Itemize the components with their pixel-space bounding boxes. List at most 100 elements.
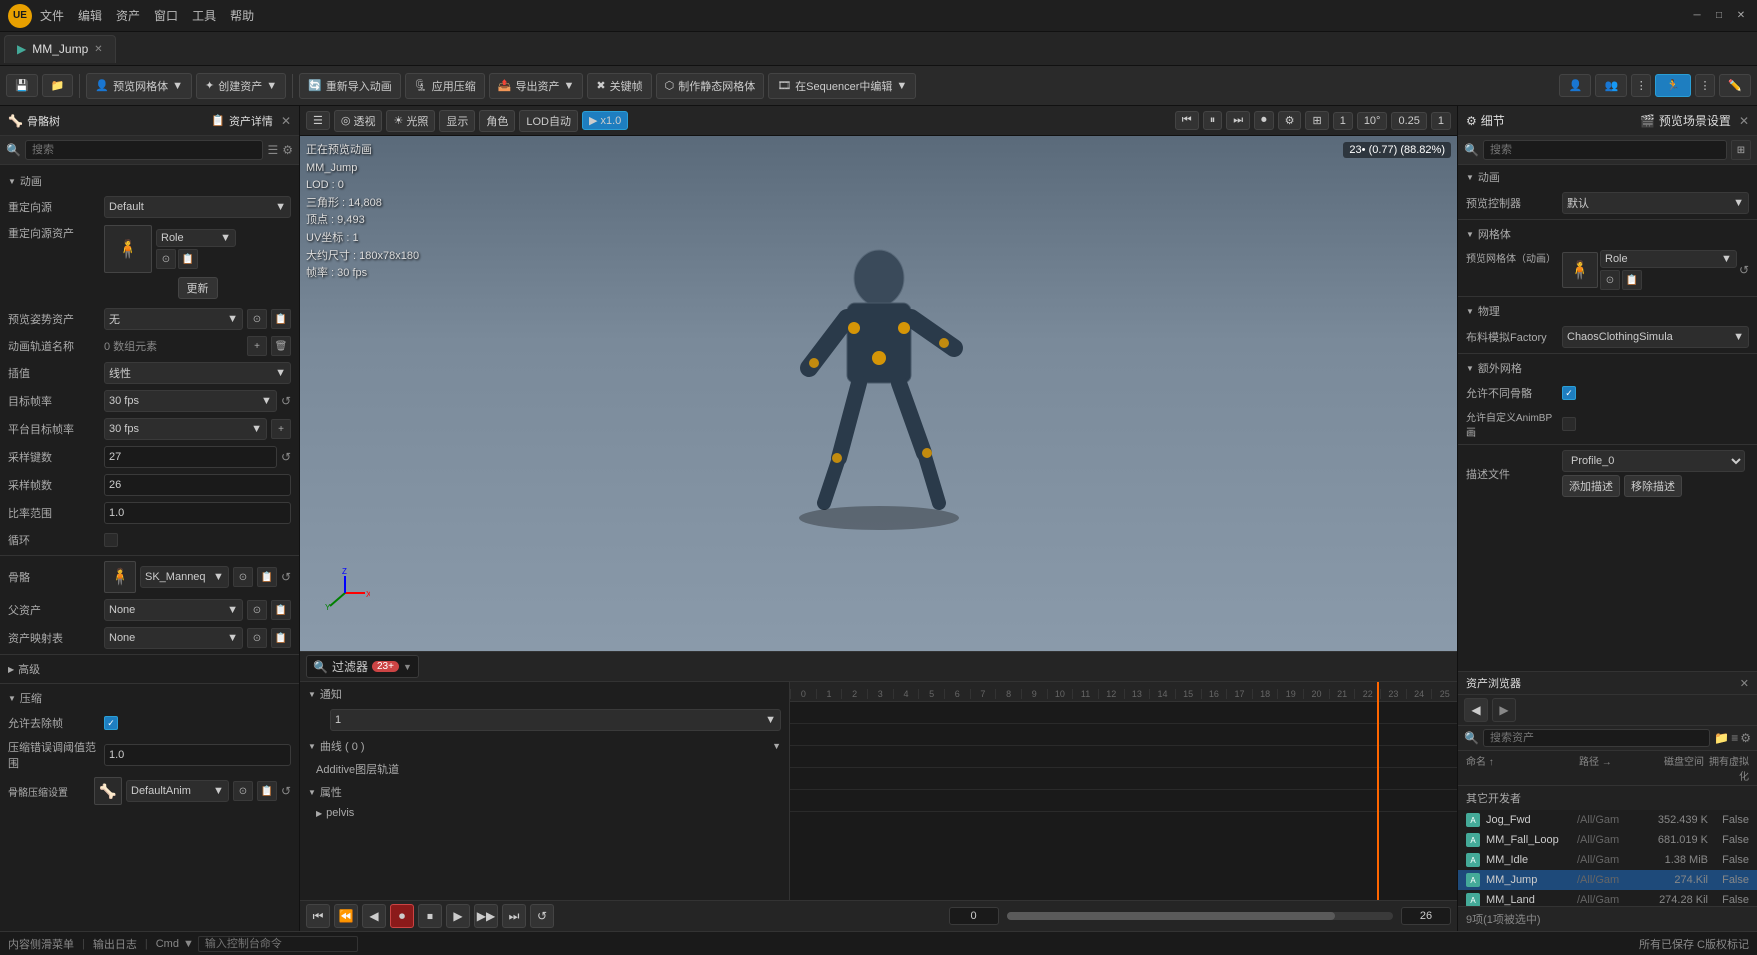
preview-controller-select[interactable]: 默认 ▼ — [1562, 192, 1749, 214]
pause-anim-btn[interactable]: ⏸ — [1203, 111, 1223, 130]
reset-target-fps[interactable]: ↺ — [281, 394, 291, 408]
cmd-dropdown-icon[interactable]: ▼ — [183, 938, 194, 950]
prev-button[interactable]: ◀ — [362, 904, 386, 928]
animation-section-header[interactable]: ▼ 动画 — [0, 169, 299, 193]
to-start-button[interactable]: ⏮ — [306, 904, 330, 928]
asset-item-3[interactable]: A MM_Jump /All/Gam 274.Kil False — [1458, 870, 1757, 890]
loop-button[interactable]: ↺ — [530, 904, 554, 928]
snap-btn[interactable]: 0.25 — [1391, 112, 1426, 130]
col-disk[interactable]: 磁盘空间 — [1639, 753, 1704, 783]
record-button[interactable]: ⏺ — [390, 904, 414, 928]
start-time-input[interactable]: 0 — [949, 907, 999, 925]
key-count-input[interactable] — [104, 446, 277, 468]
curve-section-header[interactable]: ▼ 曲线 ( 0 ) ▼ — [300, 734, 789, 758]
right-panel-close[interactable]: ✕ — [1739, 114, 1749, 128]
skeleton-search-input[interactable] — [25, 140, 264, 160]
size-btn[interactable]: 1 — [1431, 112, 1451, 130]
interpolation-select[interactable]: 线性 ▼ — [104, 362, 291, 384]
maximize-button[interactable]: □ — [1711, 8, 1727, 24]
menu-help[interactable]: 帮助 — [230, 7, 254, 24]
remove-track-btn[interactable]: 🗑 — [271, 336, 291, 356]
retarget-role-select[interactable]: Role ▼ — [156, 229, 236, 247]
preview-mesh-button[interactable]: 👤 预览网格体 ▼ — [86, 73, 192, 99]
asset-sort-icon[interactable]: ≡ — [1731, 731, 1738, 745]
character-btn[interactable]: 角色 — [479, 110, 515, 132]
create-asset-button[interactable]: ✦ 创建资产 ▼ — [196, 73, 286, 99]
close-button[interactable]: ✕ — [1733, 8, 1749, 24]
asset-item-0[interactable]: A Jog_Fwd /All/Gam 352.439 K False — [1458, 810, 1757, 830]
reflect-copy[interactable]: 📋 — [271, 628, 291, 648]
export-asset-button[interactable]: 📤 导出资产 ▼ — [489, 73, 584, 99]
record-btn[interactable]: ⏺ — [1254, 111, 1274, 130]
preview-pose-select[interactable]: 无 ▼ — [104, 308, 243, 330]
angle-btn[interactable]: 10° — [1357, 112, 1388, 130]
frame-count-input[interactable] — [104, 474, 291, 496]
viewport[interactable]: 正在预览动画 MM_Jump LOD : 0 三角形 : 14,808 顶点 :… — [300, 136, 1457, 651]
edit-in-sequencer-button[interactable]: 🎞 在Sequencer中编辑 ▼ — [768, 73, 916, 99]
property-section-header[interactable]: ▼ 属性 — [300, 780, 789, 804]
bone-compress-browse[interactable]: ⊙ — [233, 781, 253, 801]
close-keyframe-button[interactable]: ✖ 关键帧 — [587, 73, 651, 99]
menu-edit[interactable]: 编辑 — [78, 7, 102, 24]
menu-bar[interactable]: 文件 编辑 资产 窗口 工具 帮助 — [40, 7, 254, 24]
timeline-playhead[interactable] — [1377, 682, 1379, 900]
skeleton-browse[interactable]: ⊙ — [233, 567, 253, 587]
reset-skeleton[interactable]: ↺ — [281, 570, 291, 584]
left-panel-close[interactable]: ✕ — [281, 114, 291, 128]
to-end-button[interactable]: ⏭ — [502, 904, 526, 928]
make-static-mesh-button[interactable]: ⬡ 制作静态网格体 — [656, 73, 765, 99]
allow-diff-skeleton-checkbox[interactable]: ✓ — [1562, 386, 1576, 400]
show-btn[interactable]: 显示 — [439, 110, 475, 132]
list-view-icon[interactable]: ☰ — [267, 143, 278, 157]
mesh-copy-btn[interactable]: 📋 — [1622, 270, 1642, 290]
notification-section-header[interactable]: ▼ 通知 — [300, 682, 789, 706]
run-button[interactable]: 🏃 — [1655, 74, 1691, 97]
mesh-browse-btn[interactable]: ⊙ — [1600, 270, 1620, 290]
ratio-range-input[interactable] — [104, 502, 291, 524]
play-pause-button[interactable]: ▶ — [446, 904, 470, 928]
menu-file[interactable]: 文件 — [40, 7, 64, 24]
asset-settings-icon[interactable]: ⚙ — [1740, 731, 1751, 745]
browse-button[interactable]: 📁 — [42, 74, 74, 97]
asset-item-4[interactable]: A MM_Land /All/Gam 274.28 Kil False — [1458, 890, 1757, 906]
play-btn[interactable]: ▶ x1.0 — [582, 111, 628, 130]
bone-compress-select[interactable]: DefaultAnim ▼ — [126, 780, 229, 802]
person-icon-btn[interactable]: 👤 — [1559, 74, 1591, 97]
content-menu-label[interactable]: 内容侧滑菜单 — [8, 936, 74, 952]
pelvis-item[interactable]: ▶ pelvis — [300, 804, 789, 822]
details-extra-btn[interactable]: ⊞ — [1731, 140, 1751, 160]
next-button[interactable]: ▶▶ — [474, 904, 498, 928]
save-button[interactable]: 💾 — [6, 74, 38, 97]
scene-options-btn[interactable]: ⚙ — [1278, 111, 1302, 130]
minimize-button[interactable]: ─ — [1689, 8, 1705, 24]
perspective-btn[interactable]: ◎ 透视 — [334, 110, 383, 132]
add-platform-fps[interactable]: + — [271, 419, 291, 439]
nav-back-button[interactable]: ◀ — [1464, 698, 1488, 722]
settings-dots-btn[interactable]: ⋮ — [1631, 74, 1651, 97]
asset-browser-close-btn[interactable]: ✕ — [1740, 677, 1749, 690]
menu-window[interactable]: 窗口 — [154, 7, 178, 24]
asset-filter-icon[interactable]: 📁 — [1714, 731, 1729, 745]
grid-btn[interactable]: ⊞ — [1305, 111, 1328, 130]
asset-search-input[interactable] — [1483, 729, 1710, 747]
compress-tolerance-input[interactable] — [104, 744, 291, 766]
prev-anim-btn[interactable]: ⏮ — [1175, 111, 1199, 130]
extra-mesh-section-header[interactable]: ▼ 额外网格 — [1458, 356, 1757, 380]
hamburger-btn[interactable]: ☰ — [306, 111, 330, 130]
lighting-btn[interactable]: ☀ 光照 — [386, 110, 435, 132]
bone-compress-copy[interactable]: 📋 — [257, 781, 277, 801]
compression-section-header[interactable]: ▼ 压缩 — [0, 686, 299, 710]
notification-select[interactable]: 1 ▼ — [330, 709, 781, 731]
grid-count-btn[interactable]: 1 — [1333, 112, 1353, 130]
profile-select[interactable]: Profile_0 — [1562, 450, 1745, 472]
loop-checkbox[interactable] — [104, 533, 118, 547]
details-tab[interactable]: ⚙ 细节 — [1466, 112, 1505, 129]
end-time-input[interactable]: 26 — [1401, 907, 1451, 925]
cloth-factory-select[interactable]: ChaosClothingSimula ▼ — [1562, 326, 1749, 348]
asset-item-1[interactable]: A MM_Fall_Loop /All/Gam 681.019 K False — [1458, 830, 1757, 850]
mesh-section-header[interactable]: ▼ 网格体 — [1458, 222, 1757, 246]
allow-dedup-checkbox[interactable]: ✓ — [104, 716, 118, 730]
output-log-label[interactable]: 输出日志 — [93, 936, 137, 952]
update-button[interactable]: 更新 — [178, 277, 218, 299]
details-search-input[interactable] — [1483, 140, 1727, 160]
